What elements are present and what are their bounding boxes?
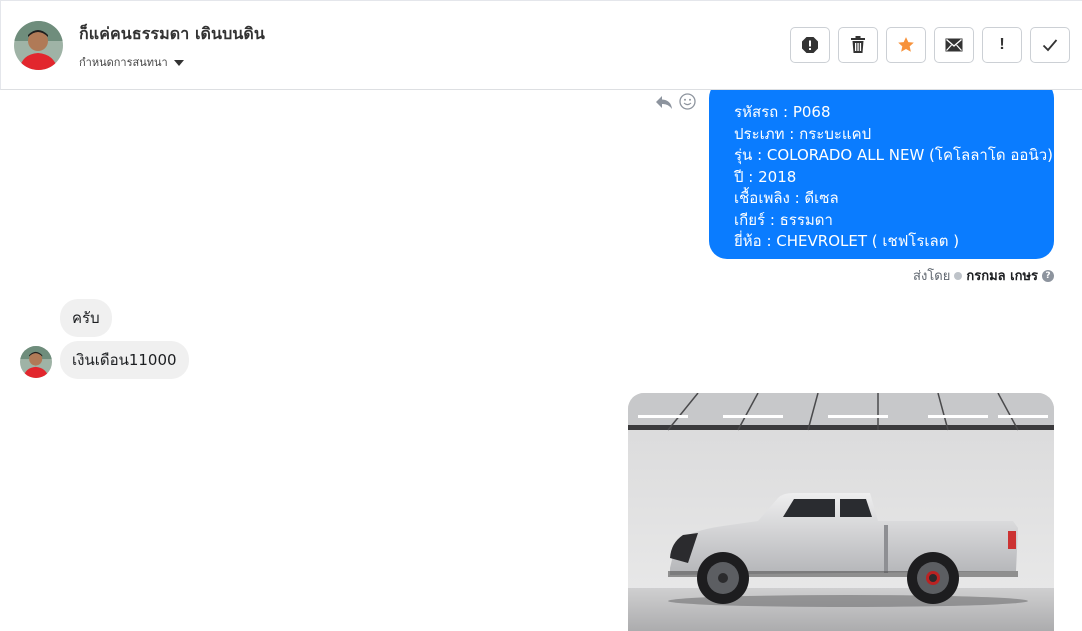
incoming-message[interactable]: เงินเดือน11000 <box>60 341 189 379</box>
mail-icon <box>945 38 963 52</box>
image-attachment[interactable] <box>628 393 1054 631</box>
incoming-message[interactable]: ครับ <box>60 299 112 337</box>
mark-done-button[interactable] <box>1030 27 1070 63</box>
assign-label: กำหนดการสนทนา <box>79 56 168 69</box>
conversation-header: ก็แค่คนธรรมดา เดินบนดิน กำหนดการสนทนา ! <box>0 0 1082 90</box>
status-dot-icon <box>954 271 963 280</box>
sent-by-info: ส่งโดย กรกมล เกษร ? <box>913 265 1054 286</box>
star-icon <box>898 37 914 52</box>
mark-unread-button[interactable] <box>934 27 974 63</box>
assign-conversation-dropdown[interactable]: กำหนดการสนทนา <box>79 53 184 71</box>
reply-icon[interactable] <box>655 94 673 110</box>
card-line: ประเภท : กระบะแคป <box>734 124 872 143</box>
sent-by-prefix: ส่งโดย <box>913 269 951 284</box>
conversation-toolbar: ! <box>790 27 1070 63</box>
sender-name: กรกมล เกษร <box>966 269 1038 284</box>
card-line: รุ่น : COLORADO ALL NEW (โคโลลาโด ออนิว) <box>734 146 1053 164</box>
message-thread[interactable]: รหัสรถ : P068 ประเภท : กระบะแคป รุ่น : C… <box>0 90 1082 631</box>
card-line: เกียร์ : ธรรมดา <box>734 210 833 229</box>
contact-avatar[interactable] <box>14 21 63 70</box>
message-actions <box>655 93 696 110</box>
spam-icon <box>802 37 818 53</box>
star-button[interactable] <box>886 27 926 63</box>
outgoing-message[interactable]: รหัสรถ : P068 ประเภท : กระบะแคป รุ่น : C… <box>709 90 1054 259</box>
card-line: ปี : 2018 <box>734 167 797 186</box>
pickup-truck-photo <box>628 393 1054 631</box>
trash-icon <box>851 36 865 53</box>
contact-name: ก็แค่คนธรรมดา เดินบนดิน <box>79 24 265 43</box>
reaction-icon[interactable] <box>679 93 696 110</box>
mark-spam-button[interactable] <box>790 27 830 63</box>
follow-up-button[interactable]: ! <box>982 27 1022 63</box>
follow-up-icon: ! <box>999 36 1005 53</box>
done-icon <box>1042 39 1058 52</box>
card-line: เชื้อเพลิง : ดีเซล <box>734 189 839 207</box>
delete-button[interactable] <box>838 27 878 63</box>
card-line: รหัสรถ : P068 <box>734 103 831 121</box>
chevron-down-icon <box>173 59 184 66</box>
sender-avatar[interactable] <box>20 346 52 378</box>
help-icon[interactable]: ? <box>1042 269 1054 282</box>
card-line: ยี่ห้อ : CHEVROLET ( เชฟโรเลต ) <box>734 232 960 250</box>
